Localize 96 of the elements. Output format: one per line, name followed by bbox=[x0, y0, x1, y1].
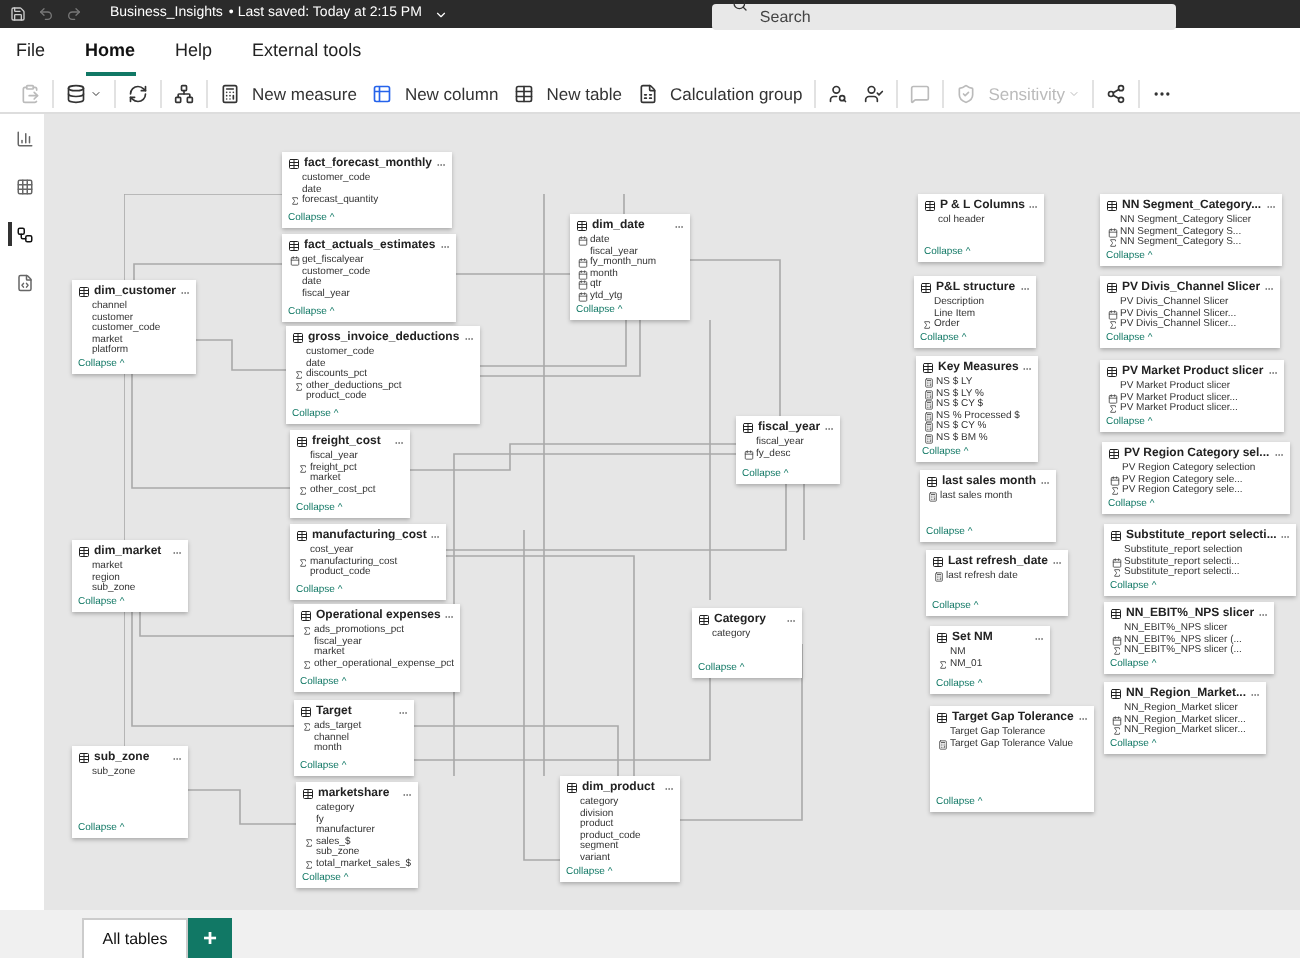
calendar-icon bbox=[1108, 309, 1118, 319]
calendar-icon bbox=[1110, 475, 1120, 485]
ribbon-button[interactable]: New table bbox=[506, 79, 631, 109]
calendar-icon bbox=[1112, 557, 1122, 567]
relationship-line bbox=[803, 483, 805, 541]
add-tab-button[interactable]: + bbox=[188, 918, 232, 958]
calculator-icon bbox=[938, 739, 948, 749]
menu-tab[interactable]: External tools bbox=[252, 37, 362, 76]
person-search-icon bbox=[828, 84, 849, 104]
table-icon bbox=[936, 632, 948, 644]
sum-icon bbox=[1112, 646, 1122, 656]
network-icon bbox=[174, 84, 194, 104]
table-icon bbox=[372, 84, 393, 104]
table-icon bbox=[300, 706, 312, 718]
table-icon bbox=[924, 200, 936, 212]
calculator-icon bbox=[928, 492, 938, 502]
table-icon bbox=[742, 422, 754, 434]
sum-icon bbox=[1108, 404, 1118, 414]
ribbon-button[interactable]: New column bbox=[364, 79, 507, 109]
table-icon bbox=[288, 240, 300, 252]
sum-icon bbox=[1112, 726, 1122, 736]
query-icon bbox=[15, 273, 33, 291]
sum-icon bbox=[922, 320, 932, 330]
ribbon-button[interactable]: New measure bbox=[212, 79, 365, 109]
calculator-icon bbox=[220, 84, 240, 104]
table-icon bbox=[920, 282, 932, 294]
table-icon bbox=[1110, 530, 1122, 542]
table-icon bbox=[1108, 448, 1120, 460]
calendar-icon bbox=[744, 449, 754, 459]
sum-icon bbox=[302, 722, 312, 732]
calendar-icon bbox=[290, 256, 300, 266]
table-icon bbox=[514, 84, 535, 104]
sum-icon bbox=[938, 659, 948, 669]
sum-icon bbox=[302, 659, 312, 669]
sum-icon bbox=[1108, 320, 1118, 330]
calendar-icon bbox=[1108, 393, 1118, 403]
sum-icon bbox=[1110, 486, 1120, 496]
person-icon bbox=[864, 84, 885, 104]
save-icon[interactable] bbox=[10, 6, 26, 22]
calendar-icon bbox=[1108, 227, 1118, 237]
view-button[interactable] bbox=[8, 222, 36, 246]
redo-icon[interactable] bbox=[66, 6, 82, 22]
table-icon bbox=[576, 220, 588, 232]
table-icon bbox=[1106, 366, 1118, 378]
table-icon bbox=[926, 476, 938, 488]
table-icon bbox=[922, 362, 934, 374]
sum-icon bbox=[302, 626, 312, 636]
menu-tab[interactable]: File bbox=[16, 37, 46, 76]
sum-icon bbox=[290, 196, 300, 206]
table-icon bbox=[566, 782, 578, 794]
page-tab[interactable]: All tables bbox=[82, 918, 188, 958]
table-icon bbox=[296, 530, 308, 542]
table-icon bbox=[300, 610, 312, 622]
table-icon bbox=[288, 158, 300, 170]
search-field[interactable]: Search bbox=[711, 4, 1176, 30]
report-icon bbox=[15, 129, 33, 147]
sum-icon bbox=[1108, 238, 1118, 248]
table-icon bbox=[296, 436, 308, 448]
sum-icon bbox=[298, 463, 308, 473]
undo-icon[interactable] bbox=[38, 6, 54, 22]
shield-icon bbox=[956, 84, 977, 104]
table-icon bbox=[302, 788, 314, 800]
menu-tab[interactable]: Help bbox=[175, 37, 213, 76]
table-icon bbox=[78, 286, 90, 298]
table-icon bbox=[1110, 688, 1122, 700]
table-icon bbox=[15, 177, 33, 195]
caret-icon[interactable] bbox=[433, 7, 448, 21]
share-icon bbox=[1106, 84, 1127, 104]
comment-icon bbox=[910, 84, 931, 104]
table-icon bbox=[932, 556, 944, 568]
caret-icon bbox=[90, 88, 102, 100]
sum-icon bbox=[298, 557, 308, 567]
table-icon bbox=[292, 332, 304, 344]
calendar-icon bbox=[1112, 635, 1122, 645]
table-icon bbox=[1106, 200, 1118, 212]
table-icon bbox=[1106, 282, 1118, 294]
caret-icon bbox=[1068, 88, 1081, 100]
document-icon bbox=[638, 84, 659, 104]
table-icon bbox=[698, 614, 710, 626]
calendar-icon bbox=[578, 236, 588, 246]
paste-icon bbox=[20, 84, 40, 104]
sum-icon bbox=[1112, 568, 1122, 578]
refresh-icon bbox=[128, 84, 148, 104]
database-icon bbox=[66, 84, 86, 104]
ribbon-button[interactable]: Calculation group bbox=[630, 79, 811, 109]
table-icon bbox=[78, 752, 90, 764]
calendar-icon bbox=[1112, 715, 1122, 725]
model-icon bbox=[15, 225, 33, 243]
sum-icon bbox=[304, 859, 314, 869]
calculator-icon bbox=[934, 572, 944, 582]
sum-icon bbox=[304, 837, 314, 847]
sum-icon bbox=[298, 485, 308, 495]
relationship-line bbox=[124, 611, 125, 747]
table-icon bbox=[1110, 608, 1122, 620]
table-icon bbox=[78, 546, 90, 558]
table-icon bbox=[936, 712, 948, 724]
